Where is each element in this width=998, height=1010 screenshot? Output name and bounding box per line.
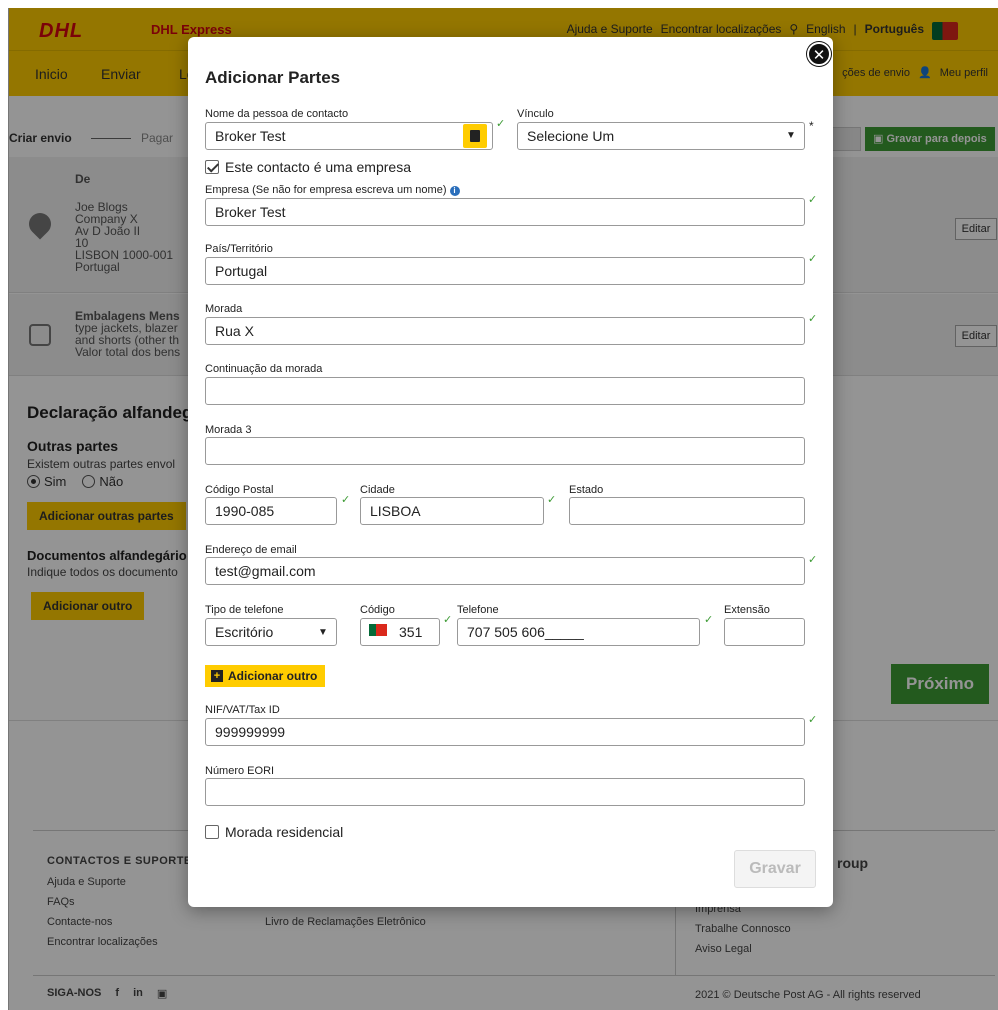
contact-name-input[interactable]: Broker Test	[205, 122, 493, 150]
address2-input[interactable]	[205, 377, 805, 405]
close-icon[interactable]: ✕	[807, 42, 831, 66]
address-label: Morada	[205, 303, 243, 315]
extension-label: Extensão	[724, 604, 770, 616]
info-icon[interactable]: i	[449, 186, 460, 196]
chevron-down-icon: ▼	[318, 627, 328, 638]
phone-type-label: Tipo de telefone	[205, 604, 284, 616]
postal-label: Código Postal	[205, 484, 274, 496]
valid-check-icon: ✓	[704, 614, 714, 626]
address3-input[interactable]	[205, 437, 805, 465]
portugal-flag-icon	[369, 624, 387, 636]
phone-input[interactable]: 707 505 606_____	[457, 618, 700, 646]
required-marker: *	[809, 119, 814, 133]
email-label: Endereço de email	[205, 544, 297, 556]
state-input[interactable]	[569, 497, 805, 525]
save-button[interactable]: Gravar	[734, 850, 816, 888]
modal-title: Adicionar Partes	[205, 68, 341, 87]
email-input[interactable]: test@gmail.com	[205, 557, 805, 585]
extension-input[interactable]	[724, 618, 805, 646]
address2-label: Continuação da morada	[205, 363, 323, 375]
chevron-down-icon: ▼	[786, 130, 796, 141]
address3-label: Morada 3	[205, 424, 252, 436]
city-input[interactable]: LISBOA	[360, 497, 544, 525]
address-book-icon[interactable]	[463, 124, 487, 148]
postal-input[interactable]: 1990-085	[205, 497, 337, 525]
city-label: Cidade	[360, 484, 395, 496]
state-label: Estado	[569, 484, 604, 496]
residential-checkbox[interactable]	[205, 825, 219, 839]
is-company-label: Este contacto é uma empresa	[225, 159, 411, 175]
code-label: Código	[360, 604, 395, 616]
valid-check-icon: ✓	[341, 494, 351, 506]
link-select[interactable]: Selecione Um	[517, 122, 805, 150]
company-input[interactable]: Broker Test	[205, 198, 805, 226]
add-parties-modal: ✕ Adicionar Partes Nome da pessoa de con…	[188, 37, 833, 907]
eori-input[interactable]	[205, 778, 805, 806]
valid-check-icon: ✓	[808, 194, 818, 206]
valid-check-icon: ✓	[808, 714, 818, 726]
valid-check-icon: ✓	[808, 313, 818, 325]
valid-check-icon: ✓	[496, 118, 506, 130]
tax-id-label: NIF/VAT/Tax ID	[205, 704, 280, 716]
link-label: Vínculo	[517, 108, 554, 120]
contact-name-label: Nome da pessoa de contacto	[205, 108, 349, 120]
eori-label: Número EORI	[205, 765, 275, 777]
company-label: Empresa (Se não for empresa escreva um n…	[205, 184, 460, 196]
tax-id-input[interactable]: 999999999	[205, 718, 805, 746]
valid-check-icon: ✓	[547, 494, 557, 506]
phone-label: Telefone	[457, 604, 499, 616]
residential-label: Morada residencial	[225, 824, 344, 840]
address-input[interactable]: Rua X	[205, 317, 805, 345]
country-input[interactable]: Portugal	[205, 257, 805, 285]
valid-check-icon: ✓	[808, 253, 818, 265]
add-phone-button[interactable]: + Adicionar outro	[205, 665, 326, 687]
country-label: País/Território	[205, 243, 273, 255]
valid-check-icon: ✓	[443, 614, 453, 626]
valid-check-icon: ✓	[808, 554, 818, 566]
plus-icon: +	[211, 670, 223, 682]
is-company-checkbox[interactable]	[205, 160, 219, 174]
